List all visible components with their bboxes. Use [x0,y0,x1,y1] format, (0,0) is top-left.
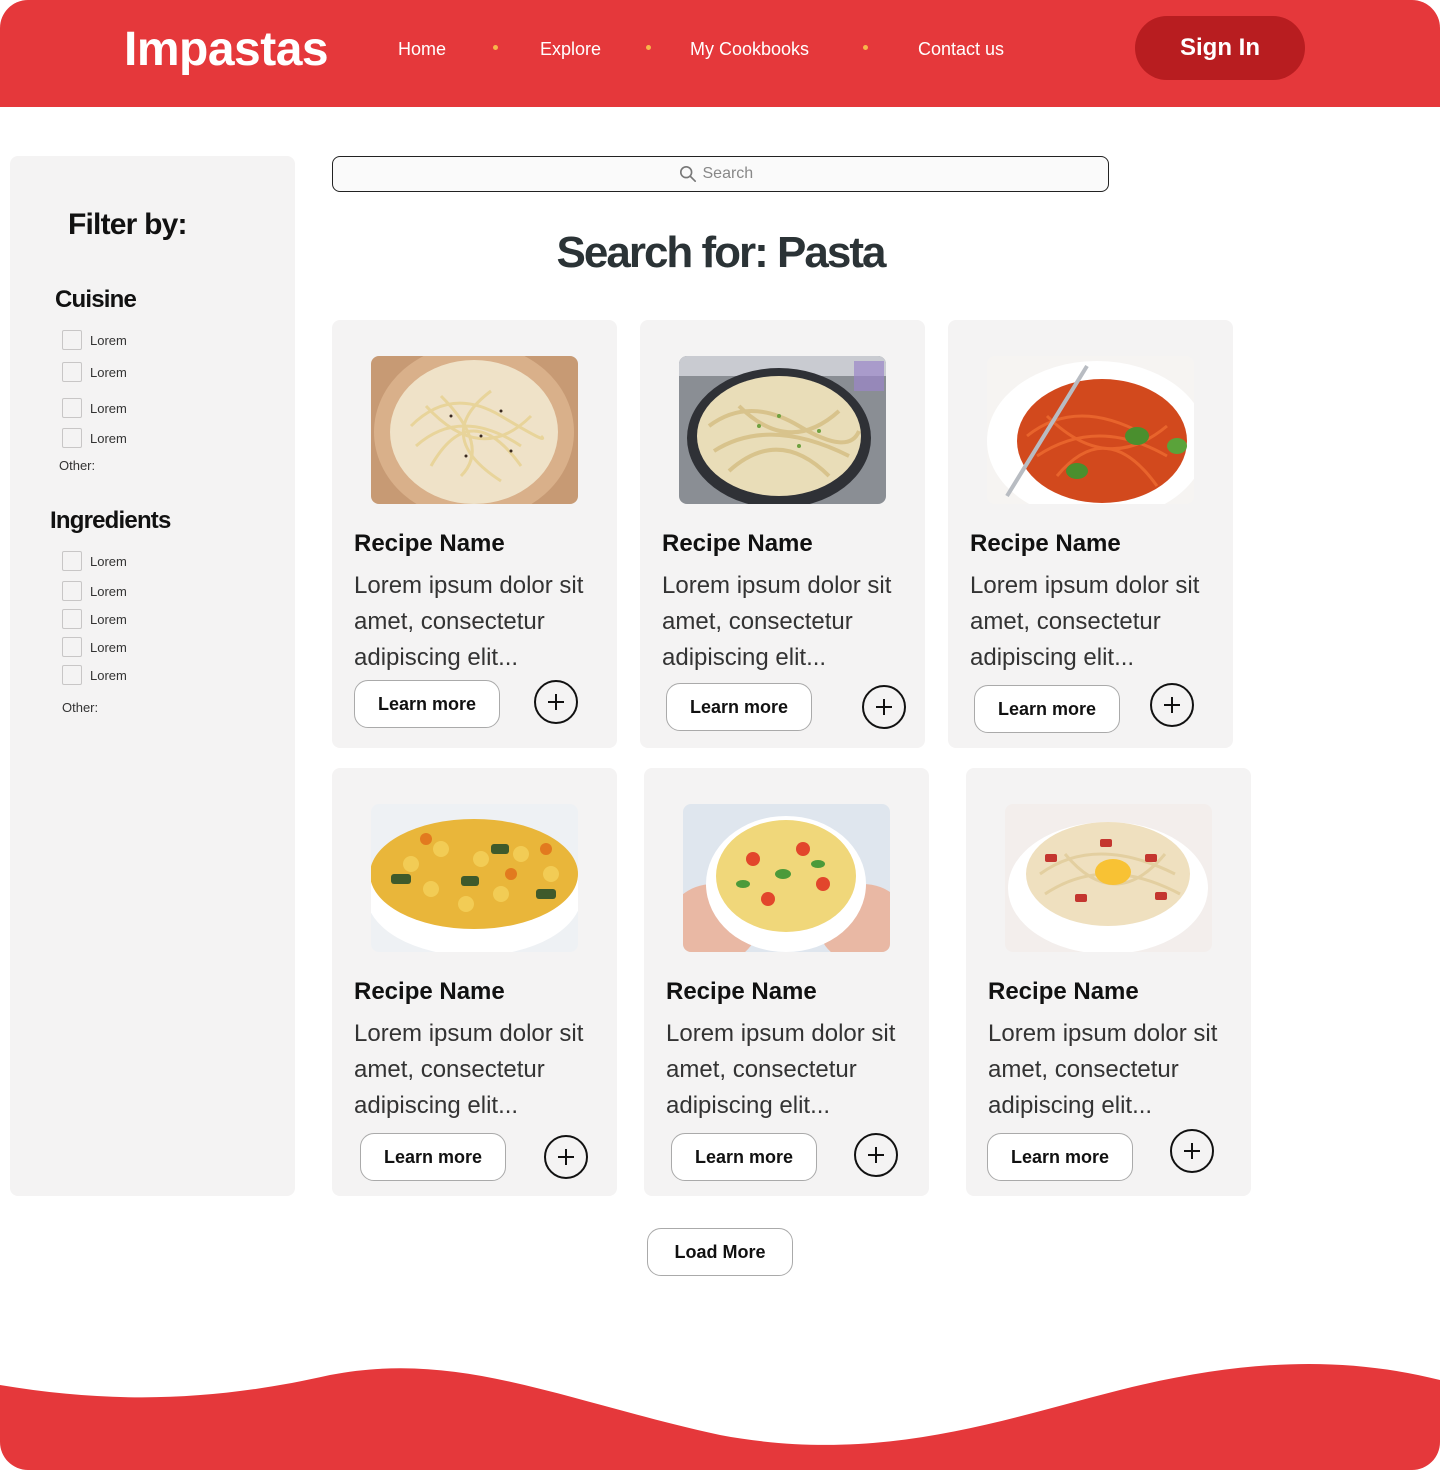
load-more-button[interactable]: Load More [647,1228,793,1276]
checkbox-label: Lorem [90,639,127,655]
top-navbar: Impastas Home Explore My Cookbooks Conta… [0,0,1440,107]
add-to-cookbook-button[interactable] [862,685,906,729]
checkbox[interactable] [62,665,82,685]
checkbox-label: Lorem [90,583,127,599]
checkbox[interactable] [62,398,82,418]
recipe-name: Recipe Name [988,978,1139,1005]
checkbox-label: Lorem [90,364,127,380]
plus-icon [876,699,892,715]
ingredient-option[interactable]: Lorem [62,609,127,629]
recipe-name: Recipe Name [662,530,813,557]
nav-separator-dot [493,45,498,50]
add-to-cookbook-button[interactable] [534,680,578,724]
checkbox-label: Lorem [90,667,127,683]
learn-more-button[interactable]: Learn more [671,1133,817,1181]
recipe-image[interactable] [987,356,1194,504]
nav-separator-dot [863,45,868,50]
nav-home[interactable]: Home [398,38,446,60]
nav-separator-dot [646,45,651,50]
checkbox[interactable] [62,428,82,448]
recipe-name: Recipe Name [354,978,505,1005]
checkbox-label: Lorem [90,332,127,348]
ingredients-heading: Ingredients [50,507,171,534]
filter-title: Filter by: [68,208,187,241]
checkbox[interactable] [62,330,82,350]
checkbox-label: Lorem [90,430,127,446]
add-to-cookbook-button[interactable] [854,1133,898,1177]
recipe-description: Lorem ipsum dolor sit amet, consectetur … [988,1020,1218,1119]
recipe-card[interactable]: Recipe Name Lorem ipsum dolor sit amet, … [640,320,925,748]
cuisine-option[interactable]: Lorem [62,428,127,448]
plus-icon [548,694,564,710]
recipe-description: Lorem ipsum dolor sit amet, consectetur … [666,1020,896,1119]
cuisine-option[interactable]: Lorem [62,398,127,418]
learn-more-button[interactable]: Learn more [974,685,1120,733]
learn-more-button[interactable]: Learn more [360,1133,506,1181]
plus-icon [1164,697,1180,713]
checkbox-label: Lorem [90,400,127,416]
recipe-card[interactable]: Recipe Name Lorem ipsum dolor sit amet, … [644,768,929,1196]
page-title: Search for: Pasta [556,228,887,277]
footer-wave [0,1363,1440,1470]
nav-my-cookbooks[interactable]: My Cookbooks [690,38,809,60]
add-to-cookbook-button[interactable] [1170,1129,1214,1173]
recipe-card[interactable]: Recipe Name Lorem ipsum dolor sit amet, … [966,768,1251,1196]
recipe-image[interactable] [683,804,890,952]
sign-in-button[interactable]: Sign In [1135,16,1305,80]
nav-explore[interactable]: Explore [540,38,601,60]
recipe-description: Lorem ipsum dolor sit amet, consectetur … [354,1020,584,1119]
nav-contact-us[interactable]: Contact us [918,38,1004,60]
checkbox-label: Lorem [90,611,127,627]
cuisine-other-label[interactable]: Other: [59,458,95,473]
filter-sidebar: Filter by: Cuisine Lorem Lorem Lorem Lor… [10,156,295,1196]
checkbox-label: Lorem [90,553,127,569]
search-icon [679,165,696,183]
recipe-image[interactable] [371,356,578,504]
cuisine-heading: Cuisine [55,286,137,313]
search-bar[interactable] [332,156,1109,192]
recipe-card[interactable]: Recipe Name Lorem ipsum dolor sit amet, … [332,320,617,748]
plus-icon [558,1149,574,1165]
ingredients-other-label[interactable]: Other: [62,700,98,715]
logo[interactable]: Impastas [124,22,329,78]
recipe-description: Lorem ipsum dolor sit amet, consectetur … [970,572,1200,671]
checkbox[interactable] [62,609,82,629]
add-to-cookbook-button[interactable] [1150,683,1194,727]
checkbox[interactable] [62,551,82,571]
recipe-image[interactable] [1005,804,1212,952]
recipe-card[interactable]: Recipe Name Lorem ipsum dolor sit amet, … [948,320,1233,748]
learn-more-button[interactable]: Learn more [354,680,500,728]
checkbox[interactable] [62,362,82,382]
learn-more-button[interactable]: Learn more [666,683,812,731]
ingredient-option[interactable]: Lorem [62,665,127,685]
recipe-card[interactable]: Recipe Name Lorem ipsum dolor sit amet, … [332,768,617,1196]
search-input[interactable] [702,165,763,183]
recipe-name: Recipe Name [970,530,1121,557]
recipe-image[interactable] [371,804,578,952]
plus-icon [1184,1143,1200,1159]
add-to-cookbook-button[interactable] [544,1135,588,1179]
ingredient-option[interactable]: Lorem [62,551,127,571]
recipe-description: Lorem ipsum dolor sit amet, consectetur … [662,572,892,671]
cuisine-option[interactable]: Lorem [62,330,127,350]
recipe-name: Recipe Name [666,978,817,1005]
checkbox[interactable] [62,581,82,601]
learn-more-button[interactable]: Learn more [987,1133,1133,1181]
page: Impastas Home Explore My Cookbooks Conta… [0,0,1440,1470]
ingredient-option[interactable]: Lorem [62,637,127,657]
recipe-image[interactable] [679,356,886,504]
checkbox[interactable] [62,637,82,657]
recipe-description: Lorem ipsum dolor sit amet, consectetur … [354,572,584,671]
recipe-name: Recipe Name [354,530,505,557]
cuisine-option[interactable]: Lorem [62,362,127,382]
ingredient-option[interactable]: Lorem [62,581,127,601]
plus-icon [868,1147,884,1163]
